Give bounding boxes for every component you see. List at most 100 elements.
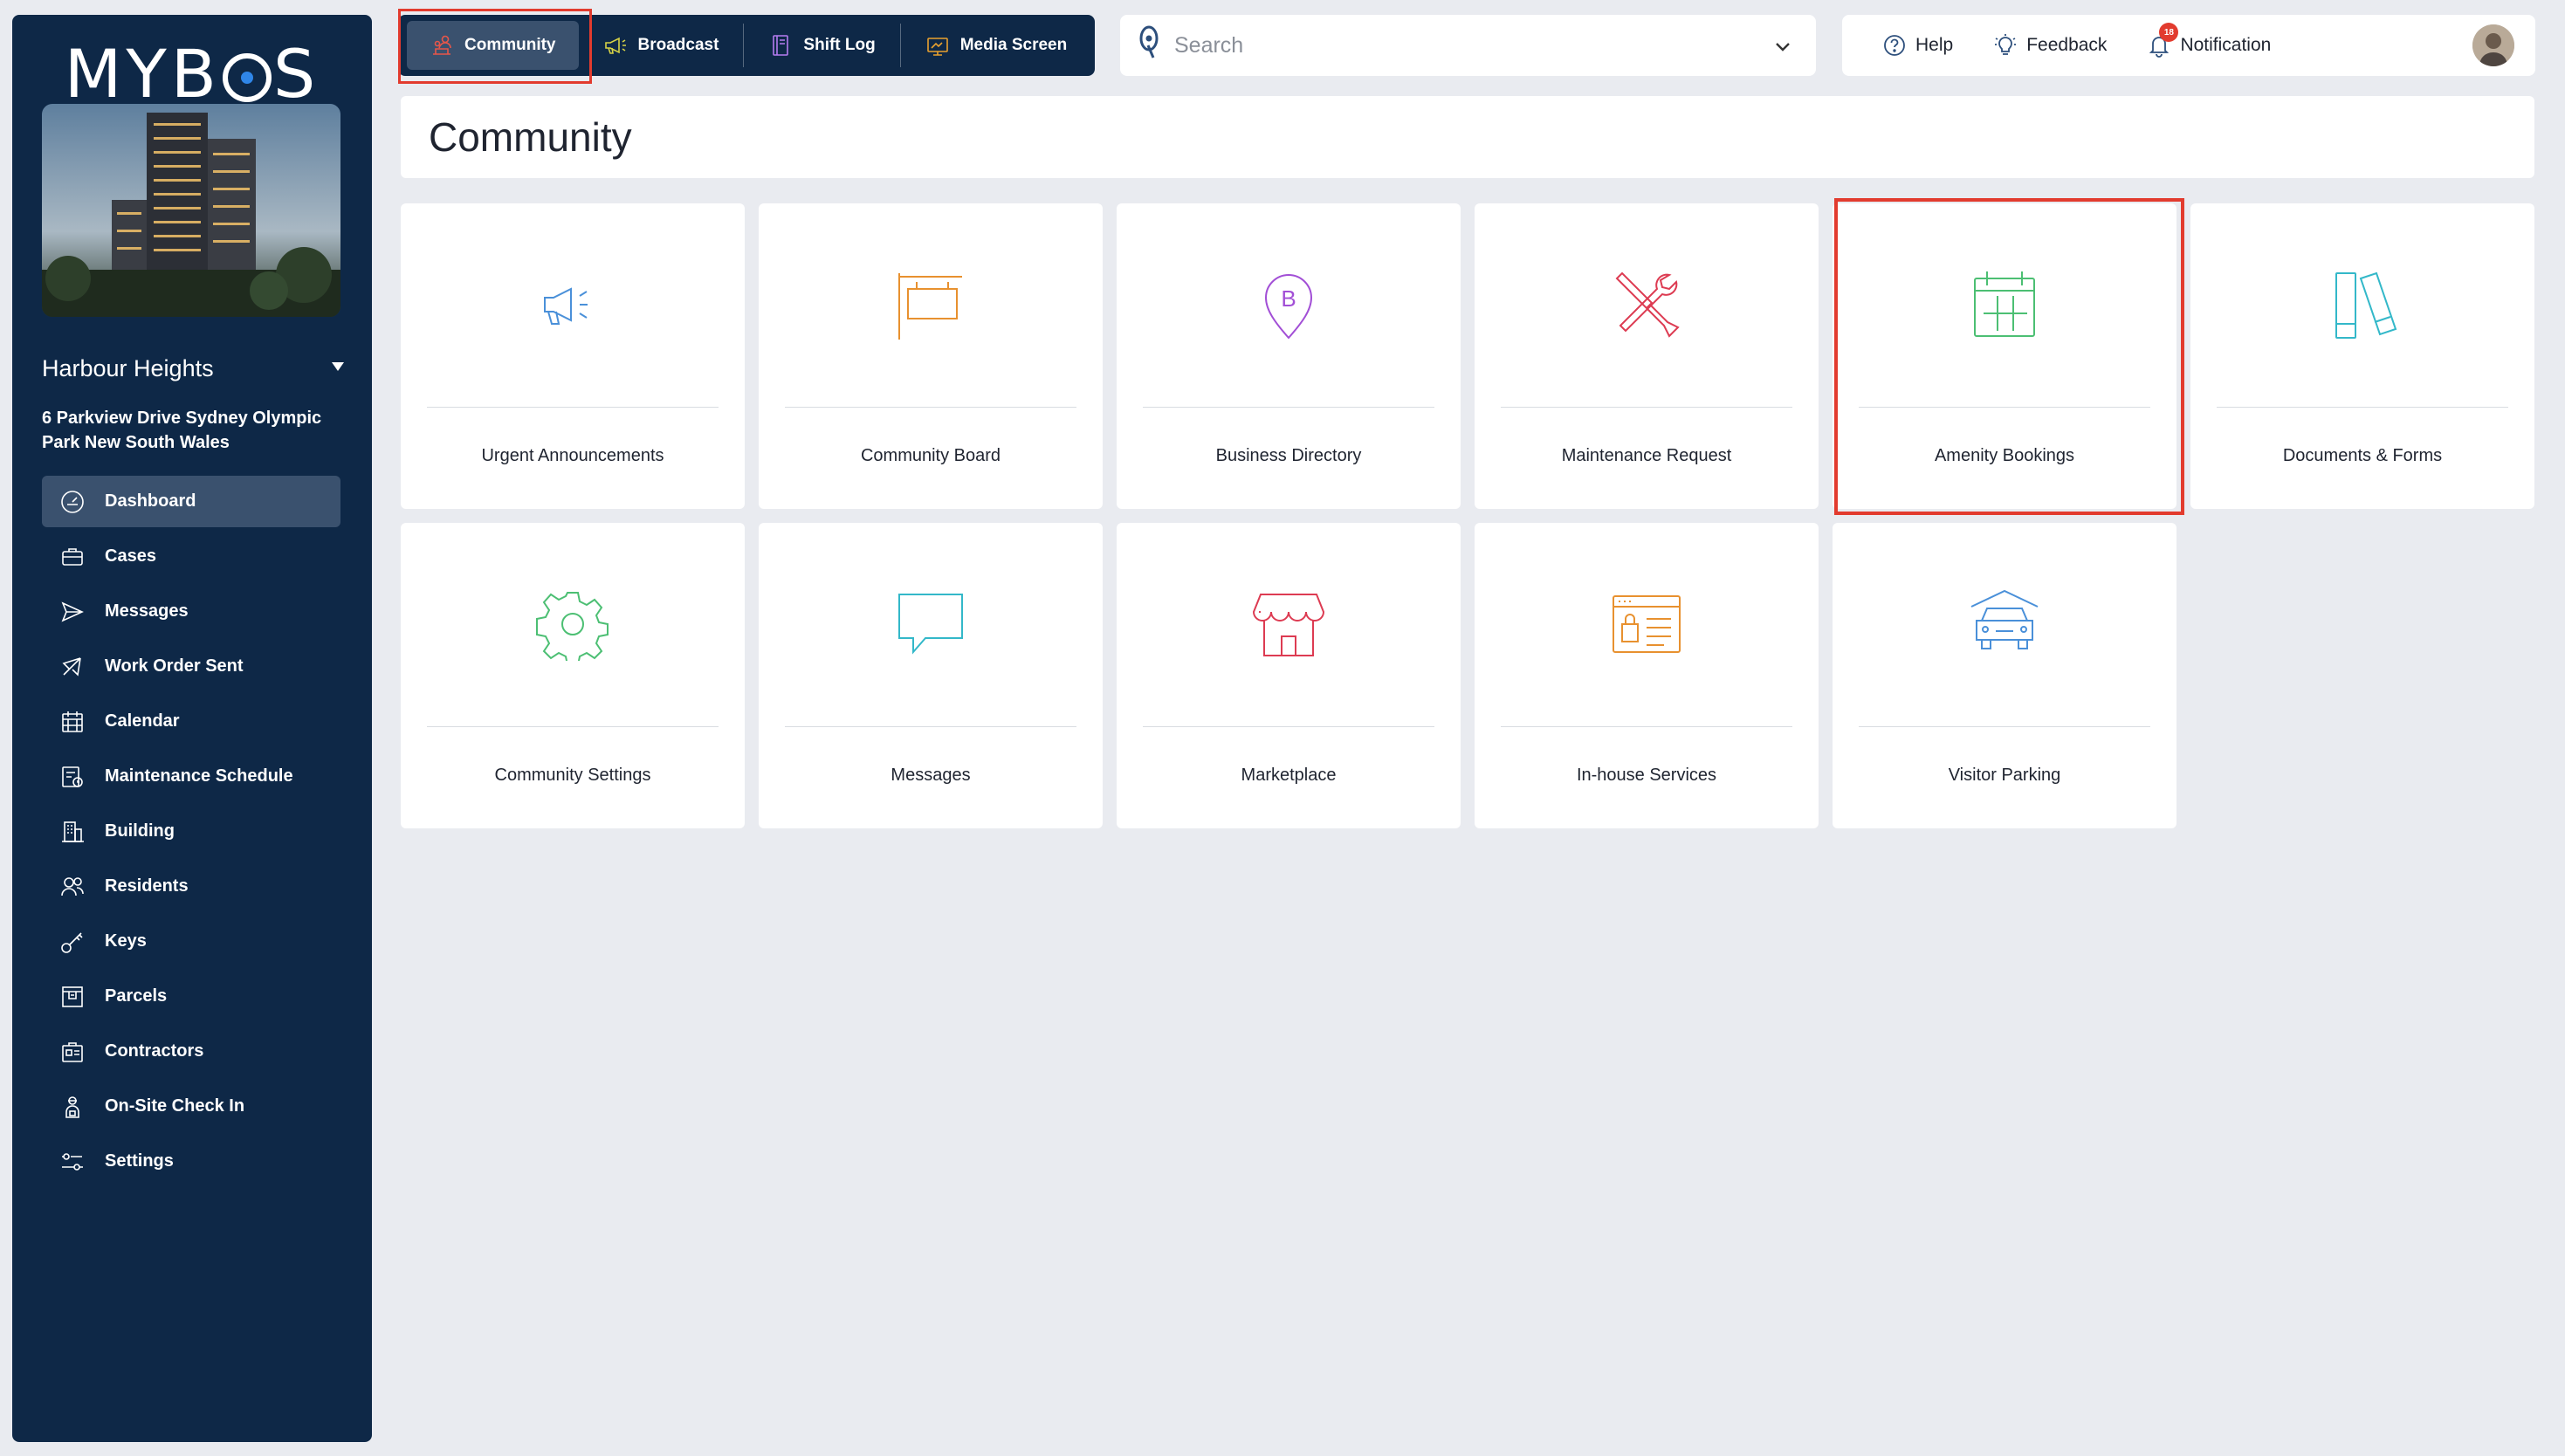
tile-messages[interactable]: Messages [759, 523, 1103, 828]
schedule-icon [62, 766, 83, 787]
tile-divider [1143, 407, 1434, 408]
sidebar-item-dashboard[interactable]: Dashboard [42, 476, 340, 527]
sidebar-item-label: Calendar [105, 711, 180, 731]
site-dropdown-caret-icon[interactable] [332, 362, 344, 371]
sidebar-item-cases[interactable]: Cases [42, 531, 340, 582]
tile-divider [1501, 407, 1792, 408]
sidebar-item-contractors[interactable]: Contractors [42, 1026, 340, 1077]
sidebar-item-maintenance-schedule[interactable]: Maintenance Schedule [42, 751, 340, 802]
tab-label: Shift Log [803, 36, 876, 54]
help-label: Help [1915, 35, 1954, 55]
building-photo [42, 104, 340, 317]
store-icon [1252, 594, 1325, 656]
feedback-button[interactable]: Feedback [1993, 33, 2107, 58]
tile-label: Urgent Announcements [481, 446, 664, 465]
community-icon [433, 35, 451, 55]
tile-divider [1143, 726, 1434, 727]
tile-label: Marketplace [1241, 766, 1337, 785]
broadcast-icon [604, 37, 626, 54]
sidebar-item-label: Maintenance Schedule [105, 766, 293, 786]
megaphone-icon [544, 287, 588, 325]
residents-icon [61, 876, 84, 896]
tile-label: Business Directory [1215, 446, 1362, 465]
sidebar-item-calendar[interactable]: Calendar [42, 696, 340, 747]
sidebar-item-building[interactable]: Building [42, 806, 340, 857]
documents-icon [2335, 271, 2397, 339]
help-button[interactable]: Help [1882, 33, 1953, 58]
sidebar-item-label: Cases [105, 546, 156, 566]
tile-divider [2217, 407, 2508, 408]
sidebar-item-label: On-Site Check In [105, 1096, 245, 1116]
tile-divider [427, 407, 719, 408]
tab-shift-log[interactable]: Shift Log [744, 21, 899, 70]
calendar-icon [62, 711, 83, 732]
tab-community[interactable]: Community [407, 21, 579, 70]
tile-maintenance-request[interactable]: Maintenance Request [1475, 203, 1819, 509]
user-avatar[interactable] [2472, 24, 2514, 66]
sidebar-item-settings[interactable]: Settings [42, 1136, 340, 1187]
sidebar-item-label: Building [105, 821, 175, 841]
page-header: Community [401, 96, 2534, 178]
tile-divider [1859, 407, 2150, 408]
tab-broadcast[interactable]: Broadcast [579, 21, 744, 70]
tile-community-board[interactable]: Community Board [759, 203, 1103, 509]
notification-button[interactable]: 18 Notification [2147, 23, 2272, 58]
services-icon [1613, 595, 1681, 653]
tab-label: Media Screen [959, 36, 1068, 54]
chevron-down-icon[interactable] [1772, 36, 1793, 57]
sidebar-item-keys[interactable]: Keys [42, 916, 340, 967]
tile-label: Documents & Forms [2282, 446, 2443, 465]
contractor-icon [62, 1041, 83, 1062]
tile-in-house-services[interactable]: In-house Services [1475, 523, 1819, 828]
community-modules-grid: Urgent Announcements Community Board B B… [401, 203, 2534, 828]
notification-count-badge: 18 [2159, 23, 2179, 42]
building-icon [62, 821, 84, 842]
sidebar-item-label: Residents [105, 876, 189, 896]
tile-business-directory[interactable]: B Business Directory [1117, 203, 1461, 509]
sidebar-nav: Dashboard Cases Messages Work Order Sent… [42, 476, 340, 1191]
key-icon [61, 931, 83, 953]
dashboard-icon [61, 490, 84, 513]
site-name[interactable]: Harbour Heights [42, 355, 356, 382]
check-in-icon [65, 1095, 79, 1118]
tile-marketplace[interactable]: Marketplace [1117, 523, 1461, 828]
shift-log-icon [773, 35, 789, 56]
tile-divider [1501, 726, 1792, 727]
sidebar-item-work-order-sent[interactable]: Work Order Sent [42, 641, 340, 692]
search-bar [1120, 15, 1816, 76]
sidebar-item-on-site-check-in[interactable]: On-Site Check In [42, 1081, 340, 1132]
sidebar-item-residents[interactable]: Residents [42, 861, 340, 912]
site-address: 6 Parkview Drive Sydney Olympic Park New… [42, 409, 322, 452]
tab-media-screen[interactable]: Media Screen [901, 21, 1092, 70]
calendar-icon [1974, 271, 2035, 337]
send-icon [61, 601, 84, 622]
sidebar-item-messages[interactable]: Messages [42, 586, 340, 637]
help-icon [1884, 35, 1905, 56]
tile-divider [427, 726, 719, 727]
media-screen-icon [926, 38, 948, 56]
sidebar-item-label: Messages [105, 601, 189, 621]
mybos-logo[interactable]: MYB S [12, 38, 372, 111]
sidebar-item-parcels[interactable]: Parcels [42, 971, 340, 1022]
sidebar: MYB S Harbour Heights 6 Parkview Drive S… [12, 15, 372, 1442]
svg-text:B: B [1281, 285, 1296, 312]
tile-visitor-parking[interactable]: Visitor Parking [1833, 523, 2176, 828]
sidebar-item-label: Parcels [105, 986, 168, 1006]
tile-label: Community Settings [494, 766, 651, 785]
module-tabs: Community Broadcast Shift Log Media Scre… [398, 15, 1095, 76]
megaphone-icon [62, 656, 81, 676]
tile-documents-forms[interactable]: Documents & Forms [2190, 203, 2534, 509]
tile-urgent-announcements[interactable]: Urgent Announcements [401, 203, 745, 509]
tile-community-settings[interactable]: Community Settings [401, 523, 745, 828]
sidebar-item-label: Keys [105, 931, 147, 951]
tile-divider [1859, 726, 2150, 727]
tile-label: Visitor Parking [1948, 766, 2061, 785]
gear-icon [536, 592, 609, 661]
tile-label: Messages [891, 766, 971, 785]
tile-amenity-bookings[interactable]: Amenity Bookings [1833, 203, 2176, 509]
notification-label: Notification [2180, 35, 2272, 55]
tile-label: Maintenance Request [1561, 446, 1732, 465]
sidebar-item-label: Settings [105, 1151, 174, 1171]
search-input[interactable] [1174, 32, 1733, 58]
briefcase-icon [62, 547, 83, 566]
